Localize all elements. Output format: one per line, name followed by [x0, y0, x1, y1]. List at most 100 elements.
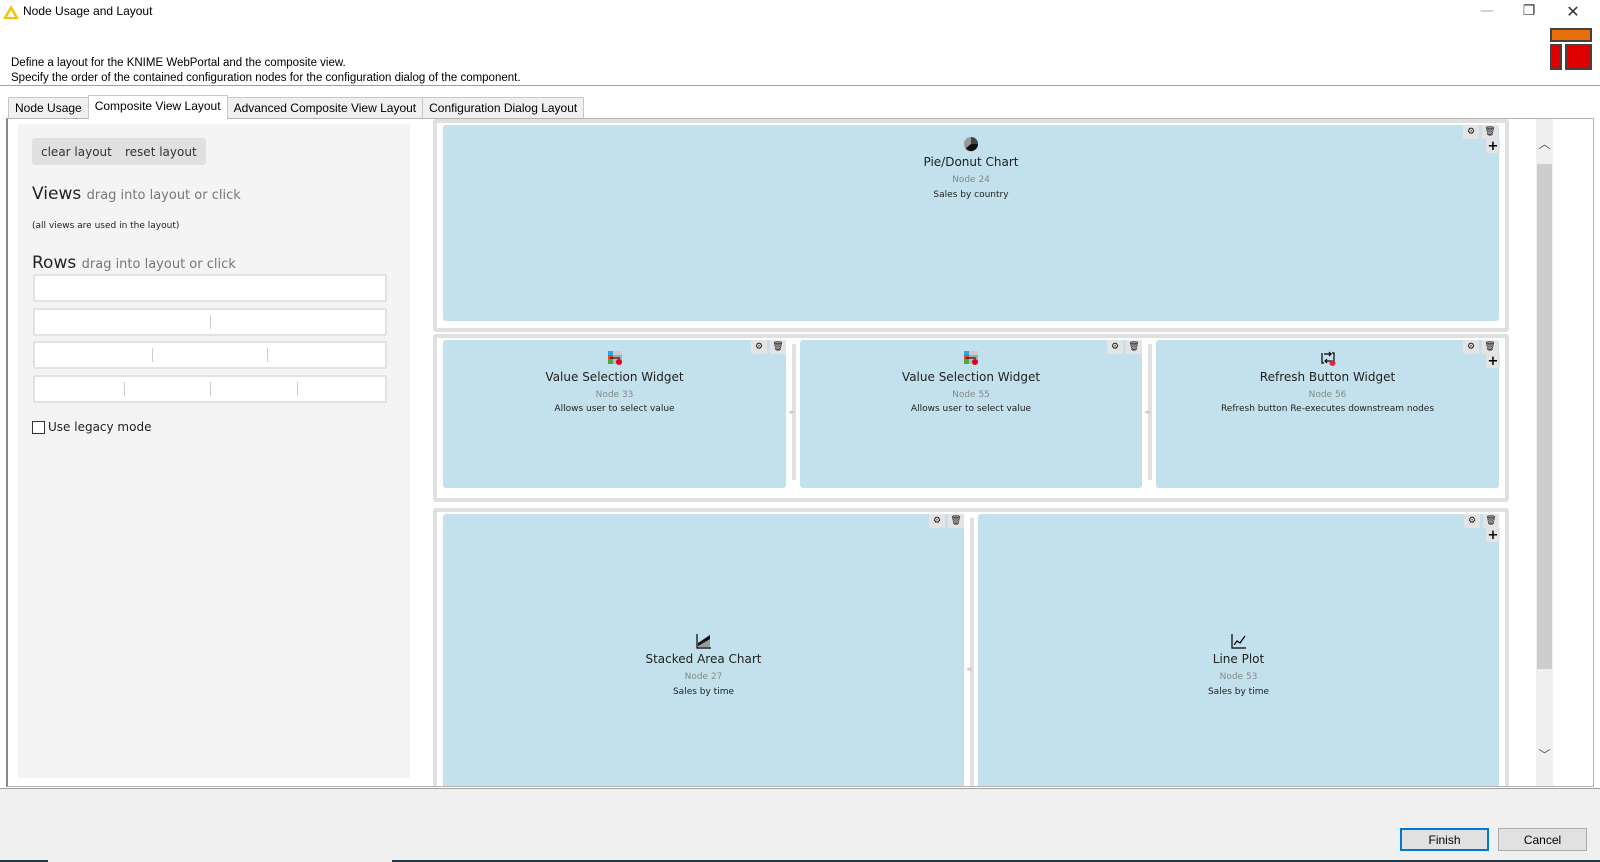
row-template-2-columns[interactable]: [33, 308, 387, 336]
gear-icon: ⚙: [1467, 516, 1477, 526]
layout-row[interactable]: Stacked Area Chart Node 27 Sales by time…: [433, 508, 1509, 786]
trash-icon: 🗑: [1485, 516, 1497, 526]
header-line-1: Define a layout for the KNIME WebPortal …: [11, 57, 346, 69]
trash-icon: 🗑: [1128, 342, 1140, 352]
view-node-id: Node 55: [952, 390, 990, 400]
chevron-down-icon: ﹀: [1538, 747, 1551, 762]
pie-chart-icon: [964, 137, 979, 152]
header-separator: [0, 85, 1600, 87]
view-description: Allows user to select value: [910, 404, 1032, 414]
delete-button[interactable]: 🗑: [1482, 125, 1498, 139]
view-node-id: Node 56: [1308, 390, 1347, 400]
resize-handle-icon[interactable]: ◂▸: [1144, 408, 1151, 416]
clear-layout-button[interactable]: clear layout: [32, 138, 121, 165]
layout-column[interactable]: Stacked Area Chart Node 27 Sales by time…: [443, 514, 964, 786]
settings-button[interactable]: ⚙: [1463, 340, 1479, 354]
settings-button[interactable]: ⚙: [751, 340, 767, 354]
delete-button[interactable]: 🗑: [770, 340, 786, 354]
view-name: Value Selection Widget: [901, 370, 1041, 384]
restore-icon: ❐: [1522, 3, 1536, 19]
views-subtitle: drag into layout or click: [86, 188, 241, 203]
reset-layout-button[interactable]: reset layout: [116, 138, 206, 165]
title-bar: Node Usage and Layout — ❐ ✕: [0, 0, 1600, 26]
close-icon: ✕: [1566, 1, 1580, 21]
scroll-down-button[interactable]: ﹀: [1536, 744, 1553, 764]
view-description: Sales by time: [1207, 687, 1270, 697]
tab-bar: Node Usage Composite View Layout Advance…: [8, 95, 585, 119]
layout-palette: clear layout reset layout Views drag int…: [18, 124, 410, 778]
settings-button[interactable]: ⚙: [1464, 514, 1480, 528]
views-heading: Views drag into layout or click: [32, 184, 241, 204]
minimize-button[interactable]: —: [1464, 0, 1510, 22]
delete-button[interactable]: 🗑: [1482, 340, 1498, 354]
line-plot-icon: [1230, 634, 1246, 649]
plus-icon: +: [1487, 138, 1499, 154]
plus-icon: +: [1487, 353, 1499, 369]
layout-row[interactable]: Value Selection Widget Node 33 Allows us…: [433, 334, 1509, 502]
add-column-button[interactable]: +: [1486, 353, 1500, 369]
checkbox-box[interactable]: [32, 420, 45, 434]
layout-row[interactable]: Pie/Donut Chart Node 24 Sales by country…: [433, 119, 1509, 332]
layout-column[interactable]: Value Selection Widget Node 55 Allows us…: [800, 340, 1142, 488]
view-name: Value Selection Widget: [545, 370, 684, 384]
view-description: Allows user to select value: [554, 404, 675, 414]
row-template-1-column[interactable]: [33, 274, 387, 302]
settings-button[interactable]: ⚙: [1463, 125, 1479, 139]
view-description: Refresh button Re-executes downstream no…: [1220, 404, 1435, 414]
delete-button[interactable]: 🗑: [1483, 514, 1499, 528]
scroll-thumb[interactable]: [1537, 164, 1552, 669]
trash-icon: 🗑: [1484, 342, 1496, 352]
trash-icon: 🗑: [772, 342, 784, 352]
row-template-4-columns[interactable]: [33, 375, 387, 403]
layout-column[interactable]: Pie/Donut Chart Node 24 Sales by country…: [443, 125, 1499, 321]
trash-icon: 🗑: [1484, 127, 1496, 137]
tab-advanced-composite-view-layout[interactable]: Advanced Composite View Layout: [226, 97, 424, 119]
gear-icon: ⚙: [754, 342, 764, 352]
layout-canvas: Pie/Donut Chart Node 24 Sales by country…: [423, 119, 1533, 786]
column-separator: [970, 518, 974, 786]
view-node-id: Node 33: [595, 390, 634, 400]
add-column-button[interactable]: +: [1486, 138, 1500, 154]
resize-handle-icon[interactable]: ◂▸: [966, 665, 973, 673]
layout-column[interactable]: Value Selection Widget Node 33 Allows us…: [443, 340, 786, 488]
cancel-button[interactable]: Cancel: [1498, 828, 1587, 851]
layout-banner-icon: [1550, 28, 1592, 70]
delete-button[interactable]: 🗑: [948, 514, 964, 528]
view-name: Line Plot: [1212, 652, 1265, 666]
value-selection-icon: [964, 351, 978, 365]
restore-button[interactable]: ❐: [1506, 0, 1552, 22]
tab-configuration-dialog-layout[interactable]: Configuration Dialog Layout: [422, 97, 585, 119]
settings-button[interactable]: ⚙: [929, 514, 945, 528]
legacy-mode-checkbox[interactable]: Use legacy mode: [32, 420, 151, 434]
view-node-id: Node 24: [952, 175, 990, 185]
row-template-3-columns[interactable]: [33, 341, 387, 369]
layout-column[interactable]: Line Plot Node 53 Sales by time ⚙ 🗑: [978, 514, 1499, 786]
column-divider: [210, 382, 211, 396]
delete-button[interactable]: 🗑: [1126, 340, 1142, 354]
column-divider: [124, 382, 125, 396]
resize-handle-icon[interactable]: ◂▸: [788, 408, 795, 416]
layout-column[interactable]: Refresh Button Widget Node 56 Refresh bu…: [1156, 340, 1499, 488]
tab-composite-view-layout[interactable]: Composite View Layout: [87, 95, 228, 119]
views-note: (all views are used in the layout): [32, 221, 180, 231]
close-button[interactable]: ✕: [1550, 0, 1596, 22]
gear-icon: ⚙: [932, 516, 942, 526]
scroll-up-button[interactable]: ︿: [1536, 133, 1553, 153]
vertical-scrollbar[interactable]: ︿ ﹀: [1536, 119, 1553, 786]
trash-icon: 🗑: [950, 516, 962, 526]
rows-subtitle: drag into layout or click: [81, 257, 236, 272]
knime-logo-icon: [3, 5, 19, 19]
composite-view-layout-panel: clear layout reset layout Views drag int…: [6, 118, 1594, 787]
view-name: Stacked Area Chart: [645, 652, 762, 666]
value-selection-icon: [607, 351, 622, 365]
header-description: Define a layout for the KNIME WebPortal …: [11, 56, 521, 86]
header-line-2: Specify the order of the contained confi…: [11, 72, 521, 84]
column-divider: [297, 382, 298, 396]
tab-node-usage[interactable]: Node Usage: [8, 97, 89, 119]
minimize-icon: —: [1480, 3, 1494, 19]
add-column-button[interactable]: +: [1486, 528, 1500, 543]
settings-button[interactable]: ⚙: [1107, 340, 1123, 354]
finish-button[interactable]: Finish: [1400, 828, 1489, 851]
chevron-up-icon: ︿: [1538, 136, 1551, 151]
gear-icon: ⚙: [1466, 342, 1476, 352]
